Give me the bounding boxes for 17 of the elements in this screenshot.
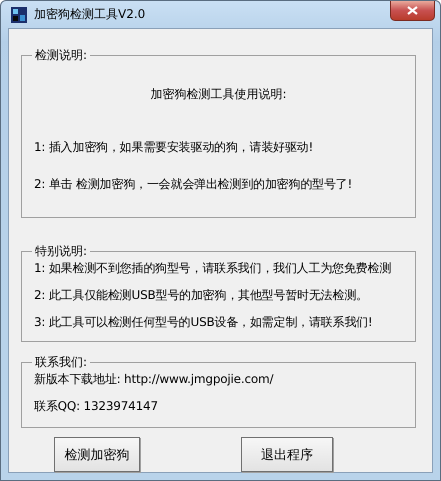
action-button[interactable]: 退出程序 (241, 437, 333, 472)
info-line: 1: 插入加密狗，如果需要安装驱动的狗，请装好驱动! (34, 139, 314, 156)
info-line: 新版本下载地址: http://www.jmgpojie.com/ (34, 371, 274, 388)
close-icon (407, 6, 418, 15)
info-line: 联系QQ: 1323974147 (34, 398, 159, 415)
info-line: 2: 单击 检测加密狗，一会就会弹出检测到的加密狗的型号了! (34, 176, 354, 193)
info-line: 3: 此工具可以检测任何型号的USB设备，如需定制，请联系我们! (34, 314, 374, 331)
close-button[interactable] (390, 1, 435, 21)
action-button[interactable]: 检测加密狗 (54, 437, 140, 472)
instructions-heading: 加密狗检测工具使用说明: (149, 86, 288, 103)
window-title: 加密狗检测工具V2.0 (34, 6, 146, 23)
app-icon (10, 6, 28, 24)
info-line: 2: 此工具仅能检测USB型号的加密狗，其他型号暂时无法检测。 (34, 287, 369, 304)
group-title: 检测说明: (34, 47, 88, 64)
info-line: 1: 如果检测不到您插的狗型号，请联系我们，我们人工为您免费检测 (34, 260, 392, 277)
group-title: 联系我们: (34, 354, 88, 371)
group-title: 特别说明: (34, 243, 88, 260)
